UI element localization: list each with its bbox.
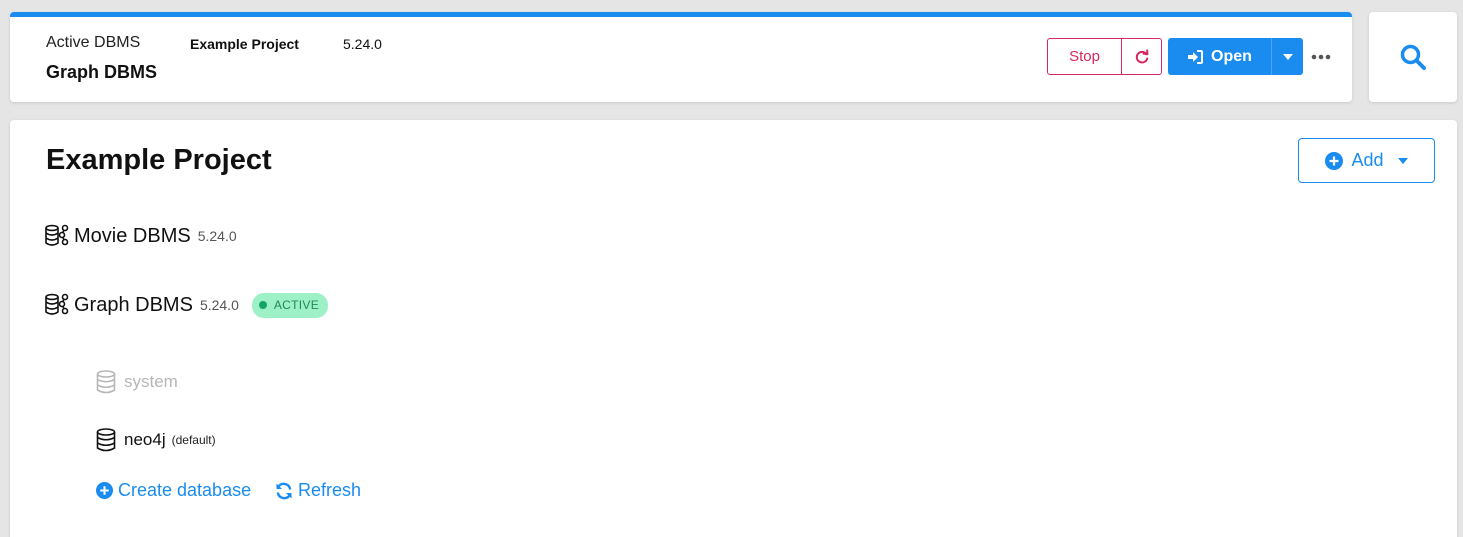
- restart-button[interactable]: [1121, 38, 1162, 75]
- status-badge-label: ACTIVE: [273, 298, 320, 312]
- dbms-icon: [45, 224, 69, 246]
- add-button[interactable]: Add: [1298, 138, 1435, 183]
- active-dbms-label: Active DBMS: [46, 34, 141, 51]
- accent-bar: [10, 12, 1352, 17]
- project-panel: Example Project Add Movie DBMS 5.24.0 Gr…: [10, 120, 1457, 537]
- search-button[interactable]: [1369, 12, 1457, 102]
- dbms-item[interactable]: Graph DBMS 5.24.0 ACTIVE: [44, 290, 329, 320]
- open-button-label: Open: [1211, 47, 1252, 65]
- database-icon: [96, 428, 116, 452]
- open-options-button[interactable]: [1271, 38, 1303, 75]
- more-button[interactable]: [1310, 50, 1332, 64]
- active-project-name: Example Project: [190, 36, 299, 52]
- add-button-label: Add: [1351, 150, 1384, 170]
- dbms-version: 5.24.0: [197, 228, 237, 244]
- more-icon: [1311, 54, 1331, 60]
- refresh-link[interactable]: Refresh: [275, 480, 361, 501]
- dbms-icon: [45, 293, 69, 315]
- database-icon: [96, 370, 116, 394]
- sign-in-icon: [1188, 49, 1204, 64]
- status-badge: ACTIVE: [251, 292, 329, 318]
- open-button[interactable]: Open: [1168, 38, 1271, 75]
- dbms-item[interactable]: Movie DBMS 5.24.0: [44, 221, 237, 251]
- plus-circle-icon: [1325, 151, 1344, 170]
- dbms-name: Movie DBMS: [74, 224, 191, 247]
- create-database-label: Create database: [118, 480, 252, 500]
- page-title: Example Project: [46, 144, 272, 176]
- search-icon: [1400, 44, 1426, 70]
- restart-icon: [1135, 48, 1148, 63]
- active-dbms-bar: Active DBMS Graph DBMS Example Project 5…: [10, 12, 1352, 102]
- database-name: neo4j: [124, 430, 166, 449]
- active-dbms-version: 5.24.0: [343, 36, 382, 52]
- dbms-name: Graph DBMS: [74, 293, 193, 316]
- refresh-icon: [276, 482, 292, 499]
- create-database-link[interactable]: Create database: [96, 480, 251, 501]
- caret-down-icon: [1397, 157, 1408, 164]
- dbms-version: 5.24.0: [199, 297, 239, 313]
- database-item-neo4j[interactable]: neo4j (default): [96, 427, 216, 453]
- active-dbms-name: Graph DBMS: [46, 62, 158, 82]
- database-name: system: [124, 372, 178, 391]
- refresh-label: Refresh: [298, 480, 362, 500]
- plus-circle-icon: [96, 482, 113, 499]
- status-dot: [258, 301, 267, 309]
- caret-down-icon: [1282, 53, 1293, 60]
- stop-button[interactable]: Stop: [1047, 38, 1122, 75]
- default-tag: (default): [171, 433, 216, 447]
- database-item-system[interactable]: system: [96, 369, 178, 395]
